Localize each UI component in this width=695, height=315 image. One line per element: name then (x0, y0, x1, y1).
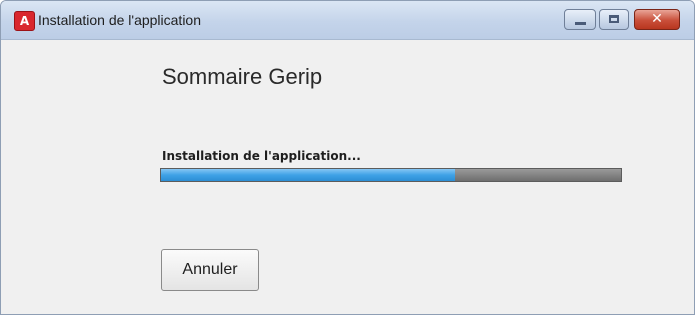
installer-window: A Installation de l'application ✕ Sommai… (0, 0, 695, 315)
close-button[interactable]: ✕ (634, 9, 680, 30)
adobe-air-icon: A (14, 11, 35, 31)
installer-content: Sommaire Gerip Installation de l'applica… (1, 40, 694, 314)
installation-progress-bar (160, 168, 622, 182)
minimize-icon (575, 22, 586, 25)
progress-fill (161, 169, 456, 181)
close-icon: ✕ (651, 11, 663, 27)
title-bar[interactable]: A Installation de l'application ✕ (1, 1, 694, 40)
maximize-button[interactable] (599, 9, 629, 30)
cancel-button[interactable]: Annuler (161, 249, 259, 291)
app-name-heading: Sommaire Gerip (162, 64, 323, 89)
minimize-button[interactable] (564, 9, 596, 30)
maximize-icon (609, 15, 619, 23)
window-title: Installation de l'application (38, 12, 202, 28)
installation-status-text: Installation de l'application... (162, 149, 361, 163)
